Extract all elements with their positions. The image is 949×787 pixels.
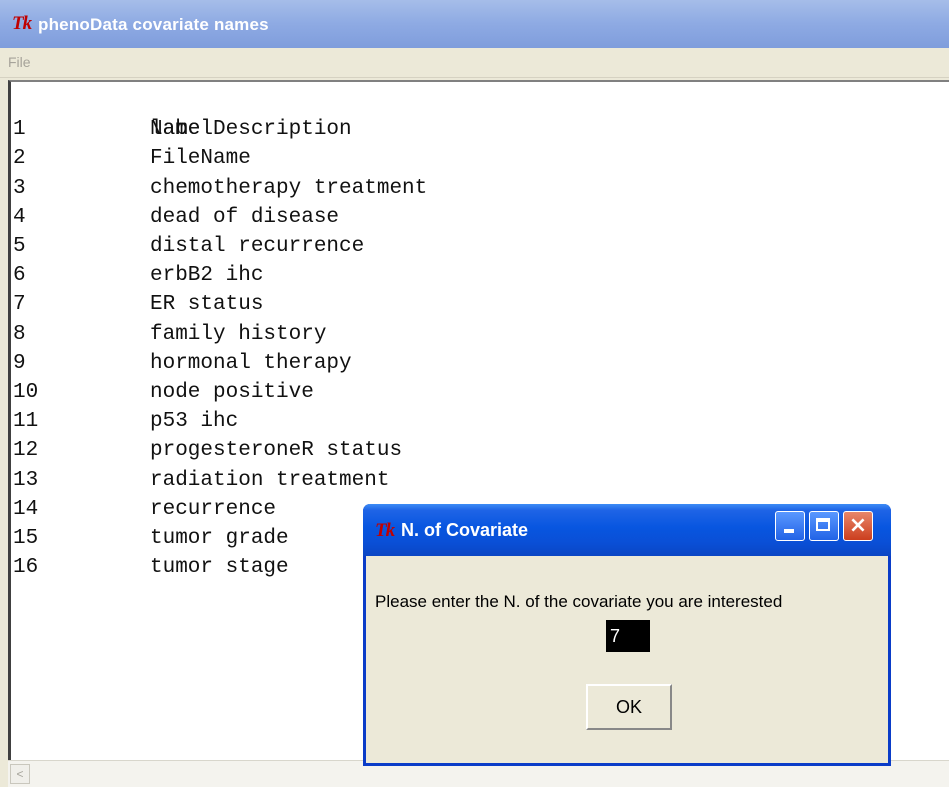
- covariate-label: FileName: [150, 147, 251, 171]
- covariate-label: chemotherapy treatment: [150, 176, 428, 200]
- scroll-left-arrow-icon[interactable]: <: [10, 764, 30, 784]
- covariate-number: 7: [13, 293, 26, 317]
- covariate-dialog: Tk N. of Covariate × Please enter the N.…: [363, 504, 891, 766]
- covariate-label: radiation treatment: [150, 468, 390, 492]
- covariate-number: 6: [13, 264, 26, 288]
- covariate-label: erbB2 ihc: [150, 264, 264, 288]
- close-icon[interactable]: ×: [843, 511, 873, 541]
- covariate-number: 1: [13, 118, 26, 142]
- menu-file[interactable]: File: [8, 54, 31, 70]
- dialog-message: Please enter the N. of the covariate you…: [375, 592, 783, 611]
- covariate-label: dead of disease: [150, 205, 340, 229]
- covariate-number: 13: [13, 468, 39, 492]
- dialog-title: N. of Covariate: [401, 520, 529, 540]
- covariate-label: tumor grade: [150, 527, 289, 550]
- covariate-number-input[interactable]: [606, 620, 650, 652]
- covariate-number: 4: [13, 205, 26, 229]
- covariate-label: recurrence: [150, 497, 277, 521]
- covariate-label: hormonal therapy: [150, 351, 352, 375]
- tk-app-icon: Tk: [12, 13, 32, 34]
- covariate-number: 2: [13, 147, 26, 171]
- covariate-label: family history: [150, 322, 327, 346]
- text-header-row: labelDescription: [13, 86, 352, 141]
- covariate-number: 10: [13, 381, 39, 404]
- covariate-label: node positive: [150, 381, 314, 404]
- covariate-number: 12: [13, 439, 39, 463]
- menubar: File: [0, 48, 949, 78]
- covariate-number: 16: [13, 556, 39, 580]
- covariate-number: 15: [13, 527, 39, 550]
- main-titlebar[interactable]: Tk phenoData covariate names: [0, 0, 949, 48]
- covariate-label: distal recurrence: [150, 235, 365, 258]
- covariate-label: p53 ihc: [150, 410, 239, 434]
- covariate-label: progesteroneR status: [150, 439, 403, 463]
- covariate-number: 11: [13, 410, 39, 434]
- covariate-label: ER status: [150, 293, 264, 317]
- covariate-number: 5: [13, 235, 26, 258]
- minimize-icon[interactable]: [775, 511, 805, 541]
- covariate-number: 8: [13, 322, 26, 346]
- close-glyph: ×: [848, 513, 868, 538]
- dialog-titlebar[interactable]: Tk N. of Covariate ×: [363, 504, 891, 556]
- ok-button[interactable]: OK: [586, 684, 672, 730]
- covariate-label: tumor stage: [150, 556, 289, 580]
- covariate-number: 9: [13, 351, 26, 375]
- covariate-label: Name: [150, 118, 201, 142]
- maximize-icon[interactable]: [809, 511, 839, 541]
- tk-dialog-icon: Tk: [375, 520, 395, 541]
- covariate-number: 14: [13, 497, 39, 521]
- main-window-title: phenoData covariate names: [38, 15, 269, 34]
- covariate-number: 3: [13, 176, 26, 200]
